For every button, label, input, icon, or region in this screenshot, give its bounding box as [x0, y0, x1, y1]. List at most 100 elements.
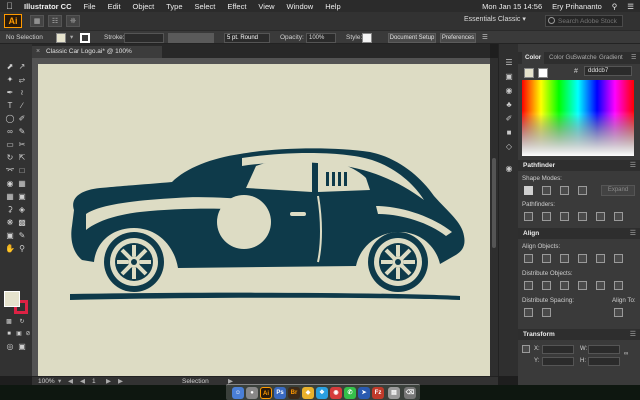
menu-edit[interactable]: Edit	[108, 2, 121, 11]
transform-y-field[interactable]	[542, 357, 574, 366]
eraser-tool-icon[interactable]: ▭	[4, 140, 16, 150]
artboard[interactable]	[38, 64, 490, 376]
eyedropper-tool-icon[interactable]: ⚳	[4, 205, 16, 215]
blend-tool-icon[interactable]: ◈	[16, 205, 28, 215]
opacity-field[interactable]: 100%	[306, 33, 336, 43]
column-graph-tool-icon[interactable]: ▩	[16, 218, 28, 228]
arrange-icon[interactable]: ☰	[482, 33, 488, 43]
reference-point-icon[interactable]	[522, 345, 530, 353]
minus-back-button[interactable]	[614, 212, 623, 221]
fill-dropdown-chevron-icon[interactable]: ▾	[70, 33, 73, 43]
feather-icon[interactable]: ❊	[66, 15, 80, 27]
graphic-style-swatch[interactable]	[362, 33, 372, 43]
safari-dock-icon[interactable]: ❖	[316, 387, 328, 399]
distribute-center-v-button[interactable]	[542, 281, 551, 290]
symbol-sprayer-tool-icon[interactable]: ❋	[4, 218, 16, 228]
bridge-dock-icon[interactable]: Br	[288, 387, 300, 399]
trash-icon[interactable]: ⌫	[404, 387, 416, 399]
distribute-bottom-button[interactable]	[560, 281, 569, 290]
spotlight-icon[interactable]: ⚲	[612, 2, 618, 11]
outline-button[interactable]	[596, 212, 605, 221]
distribute-left-button[interactable]	[578, 281, 587, 290]
pencil-tool-icon[interactable]: ✎	[16, 127, 28, 137]
color-panel-fill-swatch[interactable]	[524, 68, 534, 78]
chrome-dock-icon[interactable]: ◉	[330, 387, 342, 399]
exclude-button[interactable]	[578, 186, 587, 195]
crop-button[interactable]	[578, 212, 587, 221]
bridge-icon[interactable]: ▦	[30, 15, 44, 27]
app-name-menu[interactable]: Illustrator CC	[24, 2, 72, 11]
distribute-center-h-button[interactable]	[596, 281, 605, 290]
menu-effect[interactable]: Effect	[227, 2, 246, 11]
graphic-styles-icon[interactable]: ■	[504, 128, 514, 137]
fill-swatch[interactable]	[56, 33, 66, 43]
curvature-tool-icon[interactable]: ≀	[16, 88, 28, 98]
transform-w-field[interactable]	[588, 345, 620, 354]
draw-mode-icon[interactable]: ◎	[4, 342, 16, 352]
shape-builder-tool-icon[interactable]: ◉	[4, 179, 16, 189]
color-panel-white-swatch[interactable]	[538, 68, 548, 78]
notification-list-icon[interactable]: ☰	[627, 2, 634, 11]
telegram-dock-icon[interactable]: ➤	[358, 387, 370, 399]
launchpad-icon[interactable]: ●	[246, 387, 258, 399]
whatsapp-dock-icon[interactable]: ✆	[344, 387, 356, 399]
swap-fill-stroke-icon[interactable]: ↻	[16, 317, 28, 327]
finder-icon[interactable]: ☺	[232, 387, 244, 399]
menu-window[interactable]: Window	[287, 2, 314, 11]
gradient-tool-icon[interactable]: ▣	[16, 192, 28, 202]
distribute-spacing-v-button[interactable]	[524, 308, 533, 317]
document-setup-button[interactable]: Document Setup	[388, 33, 436, 43]
screen-mode-icon[interactable]: ▣	[16, 342, 28, 352]
pathfinder-menu-icon[interactable]: ☰	[630, 160, 636, 171]
workspace-switcher[interactable]: Essentials Classic	[464, 15, 526, 23]
align-bottom-button[interactable]	[614, 254, 623, 263]
vertical-scrollbar[interactable]	[490, 58, 498, 376]
appearance-icon[interactable]: ◇	[504, 142, 514, 151]
zoom-tool-icon[interactable]: ⚲	[16, 244, 28, 254]
stroke-swatch[interactable]	[80, 33, 90, 43]
align-center-h-button[interactable]	[542, 254, 551, 263]
apple-icon[interactable]: 	[6, 1, 14, 11]
unite-button[interactable]	[524, 186, 533, 195]
free-transform-tool-icon[interactable]: □	[16, 166, 28, 176]
color-spectrum[interactable]	[522, 80, 634, 156]
trim-button[interactable]	[542, 212, 551, 221]
brushes-icon[interactable]: ✐	[504, 114, 514, 123]
pathfinder-header[interactable]: Pathfinder ☰	[518, 160, 640, 171]
transform-h-field[interactable]	[588, 357, 620, 366]
panel-menu-icon[interactable]: ☰	[628, 52, 640, 64]
constrain-proportions-icon[interactable]: ∞	[624, 351, 628, 357]
menu-file[interactable]: File	[84, 2, 96, 11]
menu-object[interactable]: Object	[133, 2, 155, 11]
transform-menu-icon[interactable]: ☰	[630, 329, 636, 340]
align-left-button[interactable]	[524, 254, 533, 263]
selection-tool-icon[interactable]: ⬈	[4, 62, 16, 72]
hand-tool-icon[interactable]: ✋	[4, 244, 16, 254]
transform-x-field[interactable]	[542, 345, 574, 354]
width-tool-icon[interactable]: ⌤	[4, 166, 16, 176]
scrollbar-thumb[interactable]	[492, 158, 496, 248]
document-tab[interactable]: × Classic Car Logo.ai* @ 100% (RGB/Previ…	[32, 46, 162, 67]
scissors-tool-icon[interactable]: ✂	[16, 140, 28, 150]
fill-color-swatch[interactable]	[4, 291, 20, 307]
direct-selection-tool-icon[interactable]: ↗	[16, 62, 28, 72]
menu-select[interactable]: Select	[195, 2, 216, 11]
distribute-spacing-h-button[interactable]	[542, 308, 551, 317]
properties-icon[interactable]: ◉	[504, 86, 514, 95]
transform-header[interactable]: Transform ☰	[518, 329, 640, 340]
sketch-dock-icon[interactable]: ◆	[302, 387, 314, 399]
distribute-right-button[interactable]	[614, 281, 623, 290]
illustrator-dock-icon[interactable]: Ai	[260, 387, 272, 399]
align-right-button[interactable]	[560, 254, 569, 263]
tab-gradient[interactable]: Gradient	[596, 52, 626, 64]
pathfinder-strip-icon[interactable]: ◉	[504, 164, 514, 173]
stroke-weight-field[interactable]	[124, 33, 164, 43]
type-tool-icon[interactable]: T	[4, 101, 16, 111]
tab-color[interactable]: Color	[522, 52, 545, 64]
close-tab-icon[interactable]: ×	[36, 46, 40, 58]
slice-tool-icon[interactable]: ✎	[16, 231, 28, 241]
filezilla-dock-icon[interactable]: Fz	[372, 387, 384, 399]
line-segment-tool-icon[interactable]: ∕	[16, 101, 28, 111]
hex-value-field[interactable]: dddcb7	[584, 66, 632, 76]
adobe-stock-search-input[interactable]	[545, 15, 623, 27]
